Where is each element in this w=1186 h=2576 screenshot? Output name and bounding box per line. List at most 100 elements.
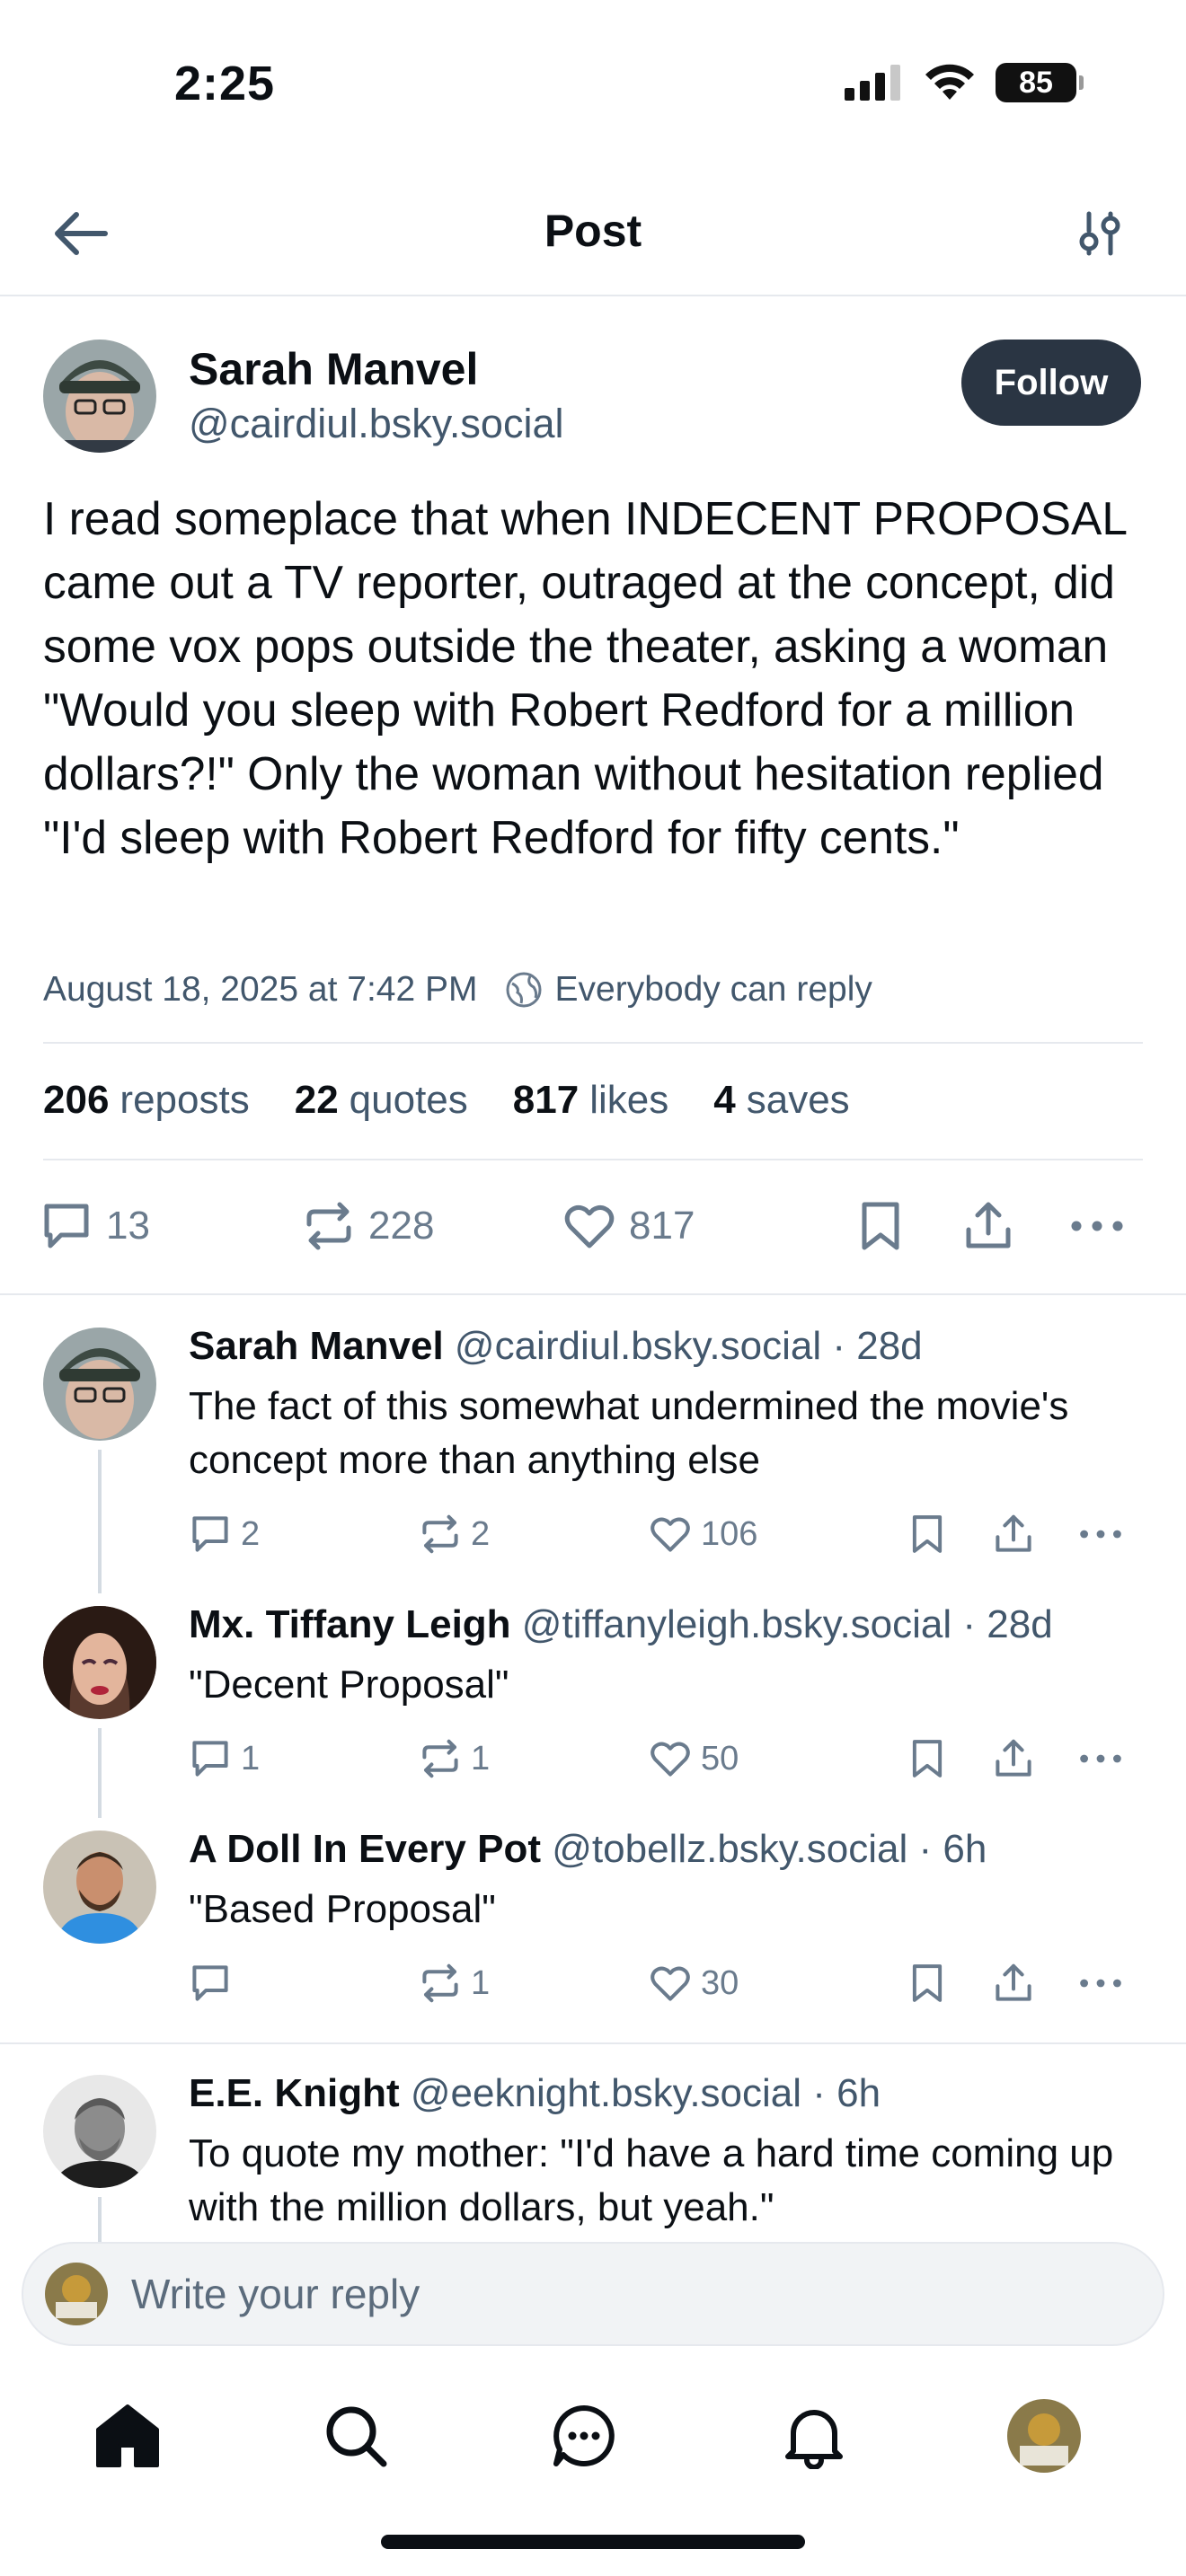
reply-button[interactable]: 1 [189, 1732, 260, 1786]
reply-text: To quote my mother: "I'd have a hard tim… [189, 2131, 1114, 2229]
repost-button[interactable]: 228 [302, 1195, 434, 1257]
tab-home[interactable] [83, 2391, 173, 2481]
thread-settings-button[interactable] [1064, 198, 1136, 269]
home-indicator [381, 2535, 805, 2549]
post-action-bar: 13 228 817 [36, 1195, 1150, 1257]
reply-author-name[interactable]: Sarah Manvel [189, 1324, 444, 1368]
home-icon [96, 2404, 159, 2467]
reposts-stat[interactable]: 206 reposts [43, 1078, 250, 1123]
author-name[interactable]: Sarah Manvel [189, 343, 478, 395]
reply-action-bar: 1 1 50 [0, 1732, 1186, 1786]
reply-author-name[interactable]: Mx. Tiffany Leigh [189, 1602, 511, 1646]
heart-icon [651, 1966, 690, 2001]
speech-bubble-icon [192, 1741, 228, 1777]
wifi-icon [925, 64, 974, 100]
reply-text: "Based Proposal" [189, 1887, 496, 1931]
tab-chat[interactable] [539, 2391, 629, 2481]
tab-profile[interactable] [999, 2391, 1089, 2481]
share-button[interactable] [961, 1195, 1015, 1257]
repost-count: 228 [368, 1204, 435, 1248]
reply-compose-bar[interactable]: Write your reply [22, 2242, 1164, 2346]
share-button[interactable] [992, 1732, 1035, 1786]
repost-icon [306, 1202, 351, 1250]
ellipsis-icon [1080, 1530, 1121, 1539]
reply-author-name[interactable]: A Doll In Every Pot [189, 1827, 541, 1871]
like-count: 50 [701, 1739, 739, 1778]
saves-stat[interactable]: 4 saves [713, 1078, 849, 1123]
engagement-stats: 206 reposts 22 quotes 817 likes 4 saves [43, 1078, 850, 1123]
profile-avatar [1007, 2399, 1081, 2473]
bookmark-button[interactable] [907, 1956, 947, 2010]
post-body: I read someplace that when INDECENT PROP… [43, 492, 1127, 863]
ellipsis-icon [1080, 1754, 1121, 1763]
quotes-stat[interactable]: 22 quotes [295, 1078, 468, 1123]
share-button[interactable] [992, 1956, 1035, 2010]
more-options-button[interactable] [1078, 1732, 1123, 1786]
like-button[interactable]: 817 [562, 1195, 695, 1257]
reply-button[interactable] [189, 1956, 241, 2010]
more-options-button[interactable] [1078, 1956, 1123, 2010]
reply-handle-time: @eeknight.bsky.social · 6h [399, 2071, 881, 2115]
bookmark-icon [912, 1740, 943, 1778]
like-count: 106 [701, 1514, 758, 1553]
reply-text: The fact of this somewhat undermined the… [189, 1384, 1069, 1482]
chat-icon [553, 2405, 615, 2466]
reply-item[interactable]: E.E. Knight @eeknight.bsky.social · 6h T… [0, 2071, 1186, 2242]
speech-bubble-icon [192, 1516, 228, 1552]
author-handle[interactable]: @cairdiul.bsky.social [189, 401, 563, 447]
heart-icon [564, 1204, 615, 1248]
repost-button[interactable]: 1 [419, 1732, 490, 1786]
like-count: 30 [701, 1963, 739, 2002]
tab-notifications[interactable] [769, 2391, 859, 2481]
reply-text: "Decent Proposal" [189, 1663, 509, 1707]
globe-icon [506, 972, 542, 1008]
repost-button[interactable]: 2 [419, 1507, 490, 1561]
repost-count: 1 [471, 1963, 491, 2002]
ellipsis-icon [1071, 1221, 1123, 1231]
reply-header: Sarah Manvel @cairdiul.bsky.social · 28d [189, 1324, 923, 1369]
heart-icon [651, 1517, 690, 1552]
reply-setting[interactable]: Everybody can reply [505, 970, 872, 1010]
author-avatar[interactable] [43, 340, 156, 453]
sliders-icon [1079, 211, 1120, 256]
like-button[interactable]: 50 [649, 1732, 739, 1786]
reply-avatar[interactable] [43, 1831, 156, 1944]
reply-avatar[interactable] [43, 2075, 156, 2188]
reply-handle-time: @tobellz.bsky.social · 6h [541, 1827, 987, 1871]
like-button[interactable]: 30 [649, 1956, 739, 2010]
likes-stat[interactable]: 817 likes [513, 1078, 668, 1123]
post-timestamp: August 18, 2025 at 7:42 PM [43, 970, 478, 1009]
reply-avatar[interactable] [43, 1606, 156, 1719]
reply-avatar[interactable] [43, 1328, 156, 1441]
reply-button[interactable]: 13 [40, 1195, 150, 1257]
bookmark-button[interactable] [907, 1732, 947, 1786]
reply-action-bar: 1 30 [0, 1956, 1186, 2010]
more-options-button[interactable] [1069, 1195, 1125, 1257]
divider [43, 1042, 1143, 1044]
like-count: 817 [629, 1204, 695, 1248]
bookmark-icon [912, 1964, 943, 2002]
share-icon [996, 1739, 1031, 1777]
bookmark-button[interactable] [907, 1507, 947, 1561]
reply-author-name[interactable]: E.E. Knight [189, 2071, 400, 2115]
follow-button[interactable]: Follow [961, 340, 1141, 426]
tab-search[interactable] [311, 2391, 401, 2481]
ellipsis-icon [1080, 1979, 1121, 1988]
repost-button[interactable]: 1 [419, 1956, 490, 2010]
more-options-button[interactable] [1078, 1507, 1123, 1561]
reply-count: 13 [106, 1204, 150, 1248]
bookmark-button[interactable] [855, 1195, 906, 1257]
reply-input-placeholder[interactable]: Write your reply [131, 2270, 420, 2318]
cellular-signal-icon [845, 65, 900, 101]
reply-handle-time: @cairdiul.bsky.social · 28d [443, 1324, 923, 1368]
reply-header: E.E. Knight @eeknight.bsky.social · 6h [189, 2071, 881, 2116]
battery-indicator: 85 [996, 63, 1084, 102]
status-bar: 2:25 85 [0, 0, 1186, 171]
reply-button[interactable]: 2 [189, 1507, 260, 1561]
current-user-avatar [45, 2263, 108, 2325]
bookmark-icon [862, 1202, 899, 1250]
reply-setting-label: Everybody can reply [554, 970, 872, 1009]
section-divider [0, 2042, 1186, 2044]
like-button[interactable]: 106 [649, 1507, 757, 1561]
share-button[interactable] [992, 1507, 1035, 1561]
